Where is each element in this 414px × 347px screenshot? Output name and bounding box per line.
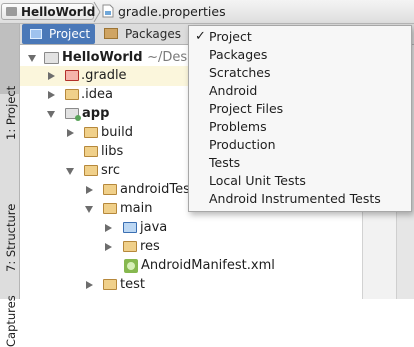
tree-row-manifest[interactable]: AndroidManifest.xml xyxy=(20,256,362,276)
menu-item-android[interactable]: Android xyxy=(189,82,411,100)
breadcrumb-project-label: HelloWorld xyxy=(21,5,96,19)
menu-item-local-unit-tests[interactable]: Local Unit Tests xyxy=(189,172,411,190)
menu-item-label: Tests xyxy=(209,155,241,170)
menu-item-scratches[interactable]: Scratches xyxy=(189,64,411,82)
expand-arrow-icon[interactable] xyxy=(105,243,112,251)
folder-icon xyxy=(84,146,98,157)
menu-item-packages[interactable]: Packages xyxy=(189,46,411,64)
tab-packages-label: Packages xyxy=(125,27,181,41)
left-tool-strip: 1: Project 7: Structure Captures xyxy=(0,24,20,347)
menu-item-android-instrumented-tests[interactable]: Android Instrumented Tests xyxy=(189,190,411,208)
tree-root-label: HelloWorld ~/Desk xyxy=(62,50,195,65)
tree-item-label: test xyxy=(120,277,145,292)
breadcrumb-file[interactable]: gradle.properties xyxy=(100,3,250,20)
tab-project[interactable]: Project xyxy=(22,24,95,44)
tab-packages[interactable]: Packages xyxy=(98,24,198,44)
project-icon xyxy=(6,7,17,16)
tab-project-label: Project xyxy=(49,27,91,41)
module-folder-icon xyxy=(65,108,81,121)
tree-item-label: src xyxy=(101,163,120,178)
menu-item-project[interactable]: ✓ Project xyxy=(189,28,411,46)
tool-tab-structure[interactable]: 7: Structure xyxy=(0,120,19,272)
navigation-bar: HelloWorld gradle.properties xyxy=(0,0,414,24)
breadcrumb-file-label: gradle.properties xyxy=(118,4,226,19)
tool-tab-captures[interactable]: Captures xyxy=(0,224,19,347)
excluded-folder-icon xyxy=(65,70,79,81)
source-folder-icon xyxy=(123,222,137,233)
expand-arrow-icon[interactable] xyxy=(67,129,74,137)
folder-icon xyxy=(103,279,117,290)
tree-item-label: AndroidManifest.xml xyxy=(141,258,275,273)
tree-item-label: app xyxy=(82,106,110,121)
menu-item-label: Android xyxy=(209,83,258,98)
menu-item-label: Scratches xyxy=(209,65,271,80)
tool-tab-captures-label: Captures xyxy=(4,295,18,347)
menu-item-tests[interactable]: Tests xyxy=(189,154,411,172)
collapse-arrow-icon[interactable] xyxy=(28,55,36,62)
folder-icon xyxy=(103,184,117,195)
menu-item-production[interactable]: Production xyxy=(189,136,411,154)
gradle-file-icon xyxy=(102,4,114,18)
tool-tab-project[interactable]: 1: Project xyxy=(0,24,19,140)
breadcrumb-project[interactable]: HelloWorld xyxy=(1,3,96,20)
tree-item-label: androidTes xyxy=(120,182,190,197)
folder-icon xyxy=(65,89,79,100)
tree-item-label: build xyxy=(101,125,133,140)
folder-icon xyxy=(84,127,98,138)
expand-arrow-icon[interactable] xyxy=(48,72,55,80)
menu-item-label: Local Unit Tests xyxy=(209,173,306,188)
tree-row-res[interactable]: res xyxy=(20,237,362,257)
view-selector-menu: ✓ Project Packages Scratches Android Pro… xyxy=(188,25,412,212)
menu-item-label: Problems xyxy=(209,119,267,134)
menu-item-label: Android Instrumented Tests xyxy=(209,191,381,206)
tree-row-test[interactable]: test xyxy=(20,275,362,295)
project-view-icon xyxy=(30,29,42,39)
menu-item-project-files[interactable]: Project Files xyxy=(189,100,411,118)
module-folder-icon xyxy=(44,52,59,64)
tree-item-label: res xyxy=(140,239,160,254)
tree-item-label: main xyxy=(120,201,153,216)
resource-folder-icon xyxy=(123,241,137,252)
folder-icon xyxy=(103,203,117,214)
tree-item-label: libs xyxy=(101,144,124,159)
menu-item-label: Production xyxy=(209,137,276,152)
collapse-arrow-icon[interactable] xyxy=(47,111,55,118)
folder-icon xyxy=(84,165,98,176)
expand-arrow-icon[interactable] xyxy=(105,224,112,232)
expand-arrow-icon[interactable] xyxy=(86,186,93,194)
tree-row-java[interactable]: java xyxy=(20,218,362,238)
menu-item-label: Packages xyxy=(209,47,268,62)
expand-arrow-icon[interactable] xyxy=(86,281,93,289)
collapse-arrow-icon[interactable] xyxy=(66,168,74,175)
tree-item-label: java xyxy=(140,220,168,235)
tree-item-label: .idea xyxy=(81,87,113,102)
packages-icon xyxy=(104,28,118,39)
expand-arrow-icon[interactable] xyxy=(48,91,55,99)
android-manifest-icon xyxy=(124,259,138,273)
menu-item-problems[interactable]: Problems xyxy=(189,118,411,136)
collapse-arrow-icon[interactable] xyxy=(85,206,93,213)
menu-item-label: Project Files xyxy=(209,101,284,116)
menu-item-label: Project xyxy=(209,29,252,44)
checkmark-icon: ✓ xyxy=(195,29,206,44)
tree-item-label: .gradle xyxy=(81,68,127,83)
